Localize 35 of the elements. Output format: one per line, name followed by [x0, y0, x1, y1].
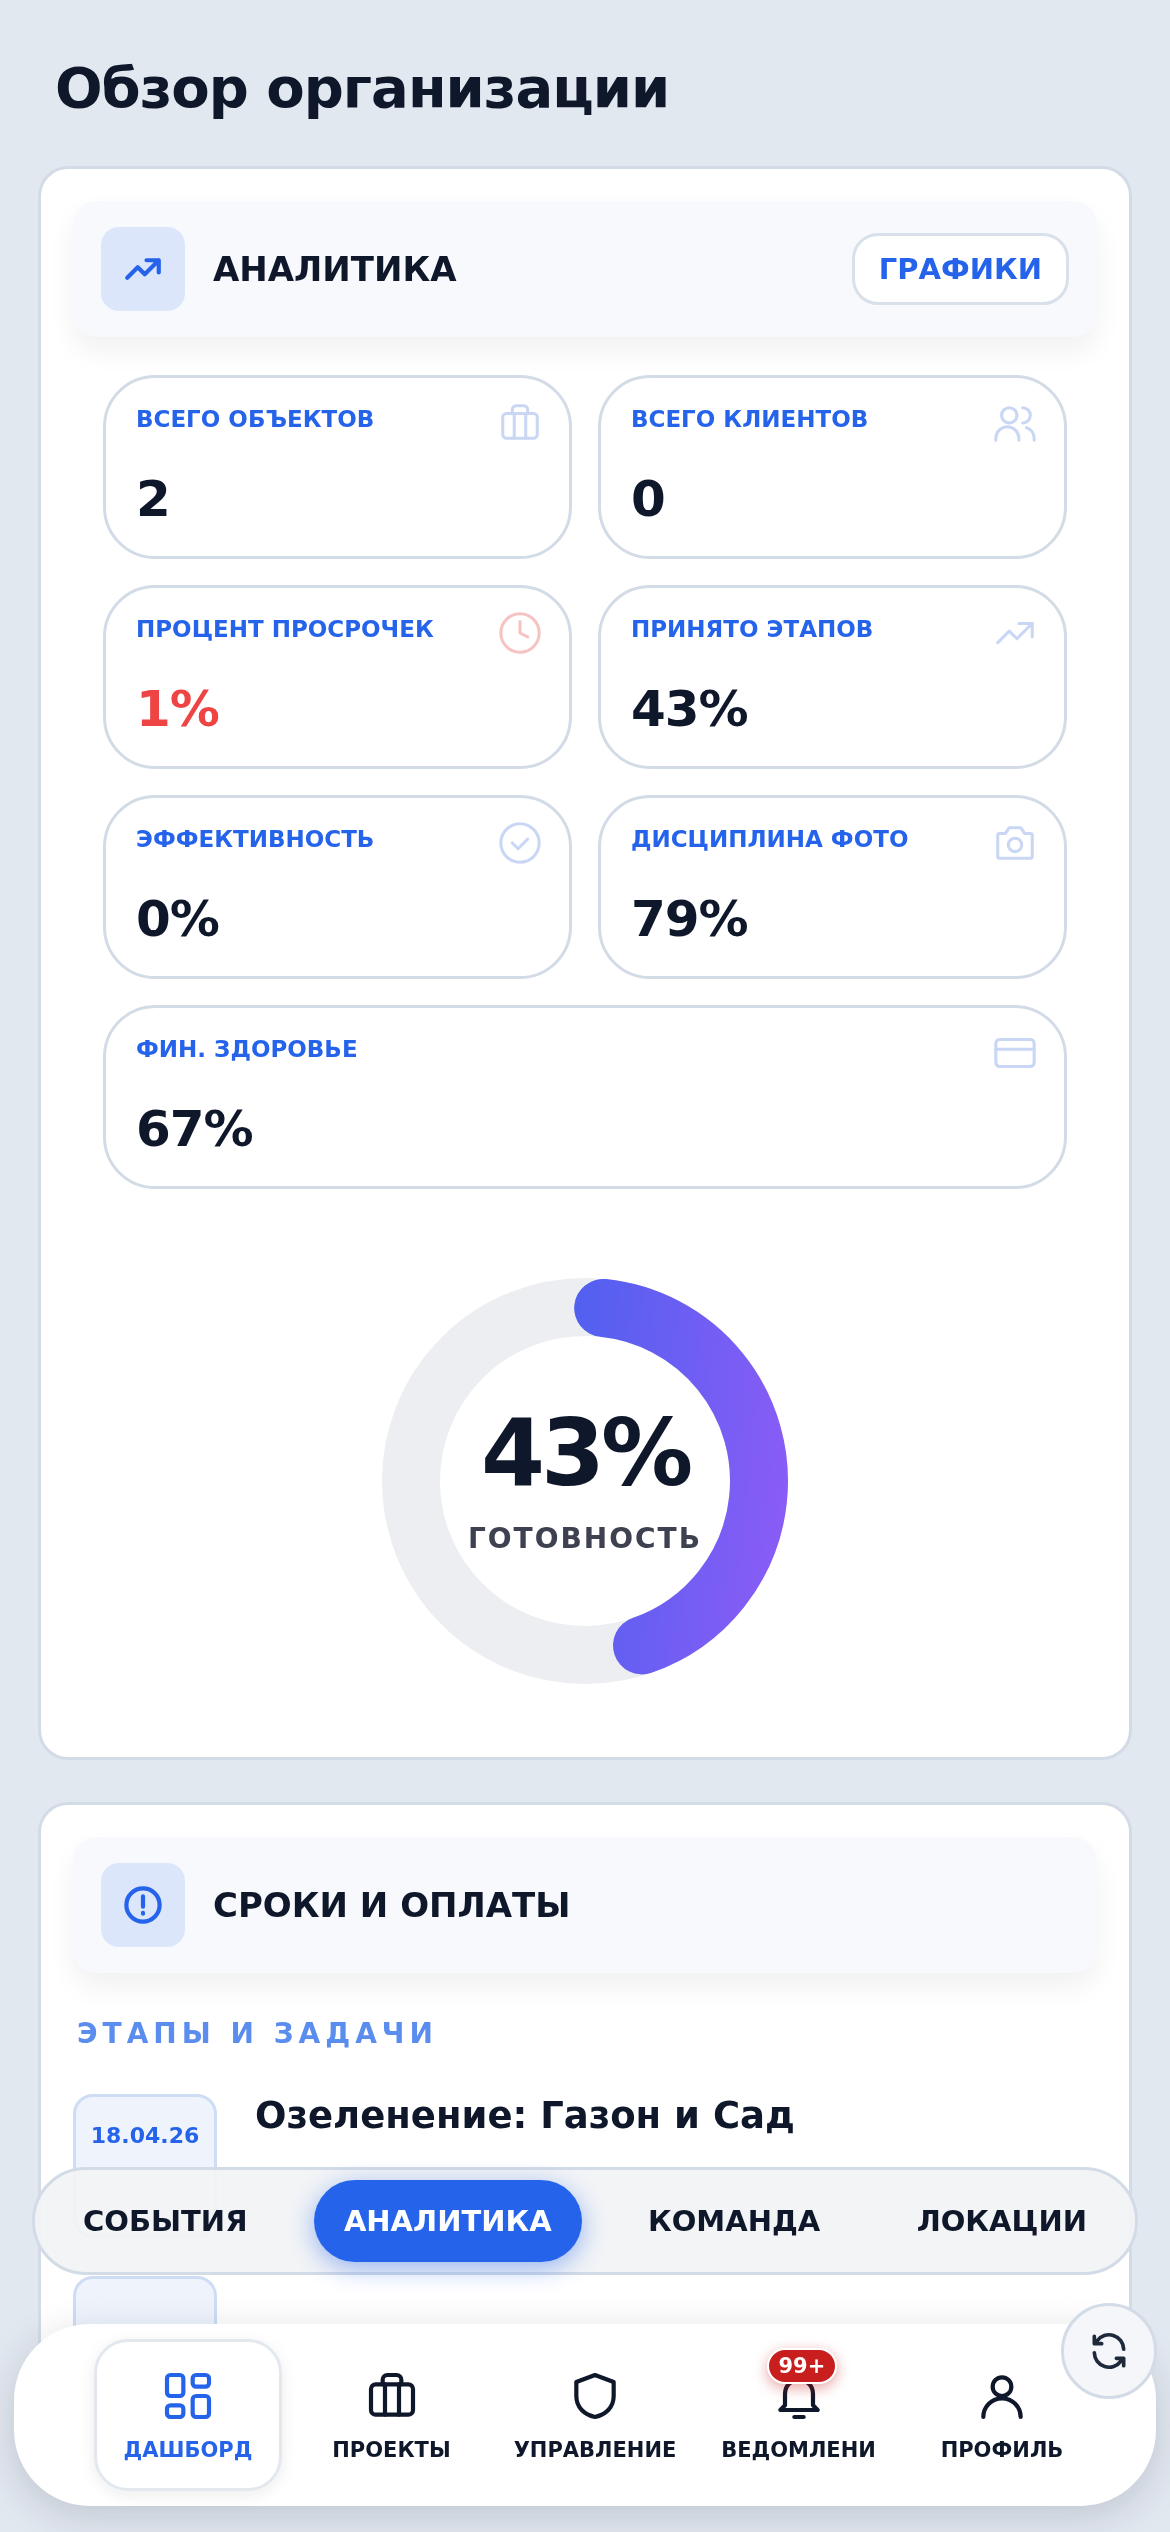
stat-label: ЭФФЕКТИВНОСТЬ: [136, 826, 375, 852]
task-date: 18.04.26: [90, 2123, 200, 2150]
tab[interactable]: АНАЛИТИКА: [313, 2180, 582, 2262]
nav-item[interactable]: 99+ ВЕДОМЛЕНИ: [704, 2339, 893, 2491]
stat-label: ВСЕГО ОБЪЕКТОВ: [136, 406, 375, 432]
charts-button[interactable]: ГРАФИКИ: [851, 233, 1069, 305]
section-title: СРОКИ И ОПЛАТЫ: [213, 1885, 572, 1925]
section-title: АНАЛИТИКА: [213, 249, 458, 289]
tab[interactable]: СОБЫТИЯ: [53, 2180, 278, 2262]
nav-item[interactable]: УПРАВЛЕНИЕ: [501, 2339, 689, 2491]
page-title: Обзор организации: [55, 54, 671, 122]
stat-label: ВСЕГО КЛИЕНТОВ: [631, 406, 869, 432]
stat-label: ФИН. ЗДОРОВЬЕ: [136, 1036, 358, 1062]
nav-item[interactable]: ПРОЕКТЫ: [297, 2339, 486, 2491]
readiness-value: 43%: [480, 1407, 690, 1500]
stat-label: ДИСЦИПЛИНА ФОТО: [631, 826, 909, 852]
tab[interactable]: КОМАНДА: [618, 2180, 851, 2262]
stat-value: 0: [631, 470, 666, 528]
nav-item[interactable]: ДАШБОРД: [94, 2339, 282, 2491]
stat-value: 43%: [631, 680, 749, 738]
alert-icon: [101, 1863, 185, 1947]
section-label: ЭТАПЫ И ЗАДАЧИ: [77, 2017, 439, 2050]
task-title[interactable]: Озеленение: Газон и Сад: [255, 2094, 795, 2137]
stat-value: 0%: [136, 890, 220, 948]
readiness-label: ГОТОВНОСТЬ: [467, 1521, 703, 1555]
trend-icon: [101, 227, 185, 311]
stat-value: 1%: [136, 680, 220, 738]
tab[interactable]: ЛОКАЦИИ: [886, 2180, 1117, 2262]
notification-badge: 99+: [766, 2348, 838, 2384]
stat-value: 2: [136, 470, 171, 528]
stat-label: ПРИНЯТО ЭТАПОВ: [631, 616, 874, 642]
stat-value: 79%: [631, 890, 749, 948]
nav-item[interactable]: ПРОФИЛЬ: [908, 2339, 1096, 2491]
stat-value: 67%: [136, 1100, 254, 1158]
stat-label: ПРОЦЕНТ ПРОСРОЧЕК: [136, 616, 434, 642]
